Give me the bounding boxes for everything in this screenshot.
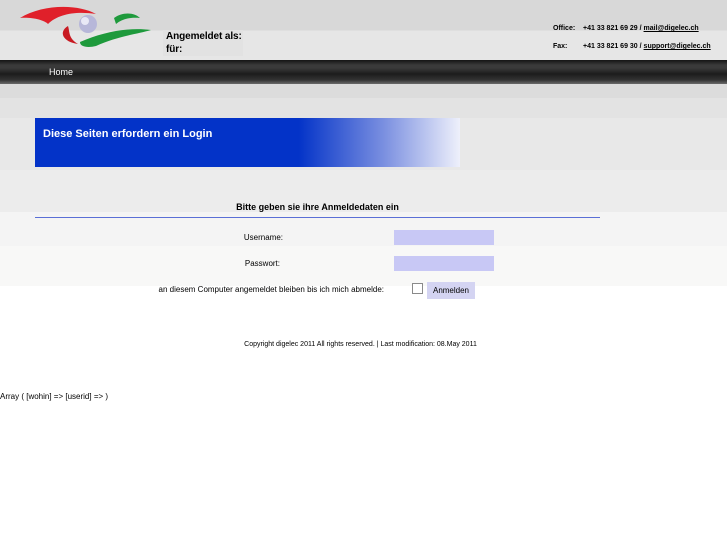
login-button[interactable]: Anmelden [427, 282, 475, 299]
copyright-footer: Copyright digelec 2011 All rights reserv… [0, 341, 727, 348]
remember-me-label: an diesem Computer angemeldet bleiben bi… [158, 285, 384, 294]
support-email-link[interactable]: support@digelec.ch [644, 43, 711, 50]
office-label: Office: [553, 25, 576, 32]
username-label: Username: [243, 233, 283, 242]
for-label: für: [166, 44, 183, 55]
username-input[interactable] [394, 230, 494, 245]
fax-label: Fax: [553, 43, 568, 50]
nav-home-link[interactable]: Home [49, 67, 73, 77]
office-contact: Office: +41 33 821 69 29 / mail@digelec.c… [553, 25, 699, 32]
password-label: Passwort: [244, 259, 280, 268]
remember-me-checkbox[interactable] [412, 283, 423, 294]
background-band [0, 84, 727, 98]
background-band [0, 246, 727, 286]
logged-in-label: Angemeldet als: [166, 31, 242, 42]
login-required-banner: Diese Seiten erfordern ein Login [35, 118, 460, 167]
digelec-logo [20, 6, 151, 47]
copyright-text: Copyright digelec 2011 All rights reserv… [244, 341, 477, 348]
form-title: Bitte geben sie ihre Anmeldedaten ein [236, 202, 399, 212]
password-input[interactable] [394, 256, 494, 271]
fax-contact: Fax: +41 33 821 69 30 / support@digelec.c… [553, 43, 711, 50]
fax-phone: +41 33 821 69 30 [583, 43, 638, 50]
nav-bar: Home [0, 60, 727, 84]
office-email-link[interactable]: mail@digelec.ch [644, 25, 699, 32]
debug-output: Array ( [wohin] => [userid] => ) [0, 392, 109, 401]
banner-title: Diese Seiten erfordern ein Login [43, 128, 213, 140]
site-header: Angemeldet als: für: Office: +41 33 821 6… [0, 0, 727, 60]
office-phone: +41 33 821 69 29 [583, 25, 638, 32]
background-band [0, 98, 727, 118]
form-divider [35, 217, 600, 218]
